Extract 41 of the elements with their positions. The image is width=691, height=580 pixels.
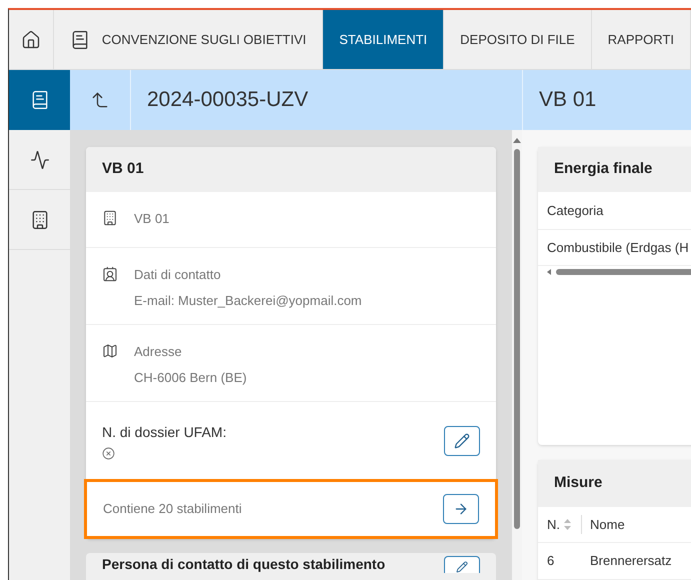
sites-link-row[interactable]: Contiene 20 stabilimenti — [84, 479, 498, 539]
home-icon — [20, 30, 41, 50]
contact-card-icon — [102, 266, 118, 282]
table-cell-text: Combustibile (Erdgas (H — [547, 238, 689, 257]
empty-value-icon — [102, 446, 115, 460]
info-text: VB 01 — [134, 210, 170, 228]
pencil-icon — [456, 561, 468, 573]
book-icon — [30, 90, 50, 110]
table-cell-text: 6 — [547, 552, 556, 570]
card-title: VB 01 — [102, 159, 144, 180]
building-icon — [102, 210, 118, 226]
pulse-icon — [30, 150, 50, 170]
nav-tab[interactable]: STABILIMENTI — [323, 10, 444, 69]
card-title: Energia finale — [554, 159, 652, 180]
field-label: N. di dossier UFAM: — [102, 422, 226, 442]
map-icon — [102, 343, 118, 359]
card-title: Misure — [554, 473, 602, 494]
info-text: E-mail: Muster_Backerei@yopmail.com — [134, 292, 362, 310]
edit-button[interactable] — [444, 426, 480, 456]
table-cell-text: Brennerersatz — [590, 552, 672, 570]
nav-tab[interactable]: DEPOSITO DI FILE — [444, 10, 592, 69]
page-subtitle: VB 01 — [539, 87, 596, 114]
column-header: N. — [547, 516, 560, 534]
info-text: Dati di contatto — [134, 266, 222, 284]
arrow-right-icon — [453, 501, 469, 517]
column-header: Nome — [590, 516, 625, 534]
edit-button[interactable] — [444, 556, 480, 573]
building-icon — [30, 210, 50, 230]
info-text: CH-6006 Bern (BE) — [134, 368, 247, 387]
scrollbar[interactable] — [512, 130, 522, 580]
book-icon — [70, 30, 90, 50]
column-header: Categoria — [547, 202, 604, 220]
info-text: Adresse — [134, 343, 183, 361]
open-button[interactable] — [443, 494, 479, 524]
back-arrow-icon — [90, 90, 110, 110]
sites-count-text: Contiene 20 stabilimenti — [103, 500, 242, 518]
nav-tab[interactable]: RAPPORTI — [592, 10, 691, 69]
card-title: Persona di contatto di questo stabilimento — [102, 556, 386, 573]
sidebar-item[interactable] — [9, 70, 70, 130]
pencil-icon — [454, 432, 470, 448]
page-title: 2024-00035-UZV — [147, 87, 308, 114]
